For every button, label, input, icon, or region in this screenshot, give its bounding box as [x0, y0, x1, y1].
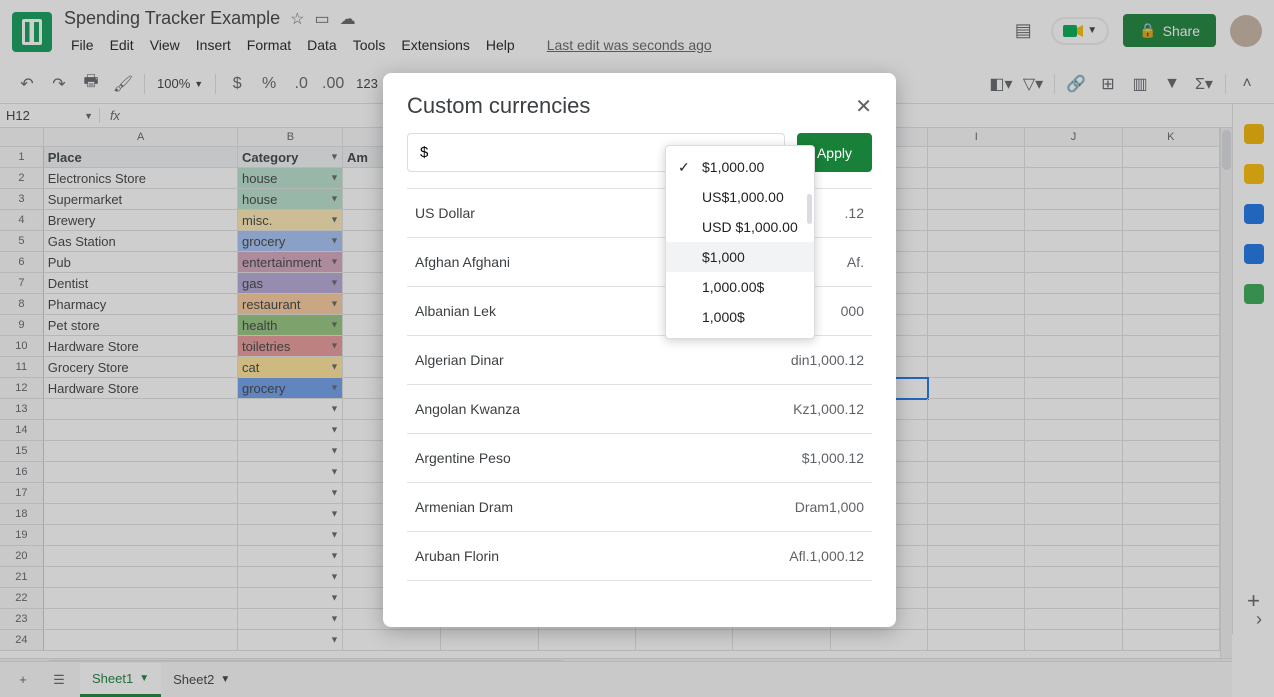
currency-option[interactable]: Algerian Dinardin1,000.12: [407, 336, 872, 385]
format-option[interactable]: US$1,000.00: [666, 182, 814, 212]
custom-currencies-dialog: Custom currencies ✕ Apply US Dollar.12Af…: [383, 73, 896, 627]
close-icon[interactable]: ✕: [855, 94, 872, 119]
currency-option[interactable]: Aruban FlorinAfl.1,000.12: [407, 532, 872, 581]
format-option[interactable]: 1,000$: [666, 302, 814, 332]
currency-option[interactable]: Armenian DramDram1,000: [407, 483, 872, 532]
currency-format-dropdown: $1,000.00US$1,000.00USD $1,000.00$1,0001…: [665, 145, 815, 339]
format-option[interactable]: $1,000.00: [666, 152, 814, 182]
currency-option[interactable]: Angolan KwanzaKz1,000.12: [407, 385, 872, 434]
format-option[interactable]: $1,000: [666, 242, 814, 272]
format-option[interactable]: 1,000.00$: [666, 272, 814, 302]
currency-option[interactable]: Argentine Peso$1,000.12: [407, 434, 872, 483]
dialog-title: Custom currencies: [407, 93, 590, 119]
format-option[interactable]: USD $1,000.00: [666, 212, 814, 242]
